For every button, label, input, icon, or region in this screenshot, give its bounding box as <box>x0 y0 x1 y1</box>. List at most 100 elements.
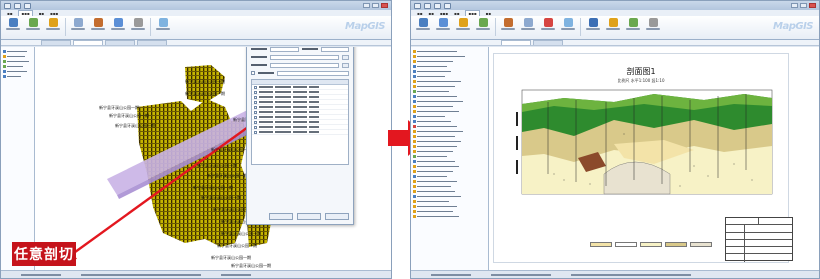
menu-tab[interactable]: ▪▪ <box>39 11 44 16</box>
workspace: 剖面图1 比例尺 水平1:100 竖1:10 <box>411 47 819 270</box>
dialog-dropdown[interactable] <box>342 62 349 68</box>
ribbon-button[interactable] <box>90 18 106 30</box>
stage: ▪▪ ▪▪▪ ▪▪ ▪▪▪ MapGIS 新宁县牙溪山公园一期 新宁县牙溪山公园… <box>0 0 820 279</box>
ribbon-button[interactable] <box>585 18 601 30</box>
dialog-apply-button[interactable] <box>297 213 321 220</box>
dialog-row <box>247 61 353 69</box>
document-tab-active[interactable] <box>501 40 531 45</box>
menu-tab[interactable]: ▪▪▪ <box>50 11 58 16</box>
borehole-label: 新宁县牙溪山公园一期 <box>185 91 225 96</box>
document-tab[interactable] <box>137 40 167 45</box>
legend-swatch <box>665 242 687 247</box>
menu-tab[interactable]: ▪▪ <box>486 11 491 16</box>
ribbon-button[interactable] <box>110 18 126 30</box>
status-bar <box>411 270 819 278</box>
dialog-row <box>247 69 353 77</box>
title-bar <box>1 1 391 10</box>
legend-swatch <box>640 242 662 247</box>
ribbon-button[interactable] <box>560 18 576 30</box>
ribbon-button[interactable] <box>70 18 86 30</box>
ribbon-button[interactable] <box>500 18 516 30</box>
dialog-field[interactable] <box>277 70 349 76</box>
ribbon-toolbar: MapGIS <box>1 16 391 40</box>
dialog-row <box>247 53 353 61</box>
document-tab[interactable] <box>533 40 563 45</box>
borehole-label: 新宁县牙溪山公园一期 <box>109 113 149 118</box>
ribbon-button[interactable] <box>520 18 536 30</box>
dialog-cancel-button[interactable] <box>325 213 349 220</box>
ribbon-button[interactable] <box>415 18 431 30</box>
scale-bar <box>516 136 518 150</box>
app-icon[interactable] <box>414 2 421 9</box>
borehole-label: 新宁县牙溪山公园一期 <box>211 147 251 152</box>
ribbon-button[interactable] <box>475 18 491 30</box>
ribbon-button[interactable] <box>155 18 171 30</box>
ribbon-button[interactable] <box>455 18 471 30</box>
ribbon-button[interactable] <box>45 18 61 30</box>
window-controls <box>791 3 816 8</box>
close-icon[interactable] <box>381 3 388 8</box>
tree-item[interactable] <box>413 214 486 219</box>
dialog-field[interactable] <box>270 54 339 60</box>
menu-tab[interactable]: ▪▪ <box>428 11 433 16</box>
dialog-checkbox[interactable] <box>251 71 255 75</box>
grid-row[interactable] <box>252 130 348 135</box>
ribbon-button[interactable] <box>5 18 21 30</box>
dialog-ok-button[interactable] <box>269 213 293 220</box>
section-window: ▪▪ ▪▪ ▪▪▪ ▪▪ ▪▪▪ ▪▪ MapGIS 剖面图1 比例尺 水平1:… <box>410 0 820 279</box>
document-tab[interactable] <box>105 40 135 45</box>
close-icon[interactable] <box>809 3 816 8</box>
menu-tab[interactable]: ▪▪▪ <box>440 11 448 16</box>
status-bar <box>1 270 391 278</box>
dialog-button[interactable] <box>342 54 349 60</box>
ribbon-button[interactable] <box>130 18 146 30</box>
document-tab-active[interactable] <box>73 40 103 45</box>
document-tab[interactable] <box>41 40 71 45</box>
section-legend <box>590 242 712 247</box>
minimize-icon[interactable] <box>363 3 370 8</box>
menu-tab[interactable]: ▪▪ <box>454 11 459 16</box>
borehole-grid[interactable] <box>251 79 349 165</box>
ribbon-button[interactable] <box>605 18 621 30</box>
cut-caption: 任意剖切 <box>12 242 76 266</box>
redo-icon[interactable] <box>444 2 451 9</box>
dialog-field[interactable] <box>270 47 299 52</box>
ribbon-button[interactable] <box>435 18 451 30</box>
section-layout-view[interactable]: 剖面图1 比例尺 水平1:100 竖1:10 <box>489 47 819 270</box>
borehole-label: 新宁县牙溪山公园一期 <box>217 243 257 248</box>
ribbon-separator <box>150 18 151 36</box>
maximize-icon[interactable] <box>372 3 379 8</box>
ribbon-button[interactable] <box>645 18 661 30</box>
legend-swatch <box>590 242 612 247</box>
ribbon-separator <box>495 18 496 36</box>
save-icon[interactable] <box>14 2 21 9</box>
scale-bar <box>516 112 518 126</box>
borehole-label: 新宁县牙溪山公园一期 <box>193 185 233 190</box>
save-icon[interactable] <box>424 2 431 9</box>
ribbon-separator <box>580 18 581 36</box>
project-tree <box>411 47 489 270</box>
borehole-label: 新宁县牙溪山公园一期 <box>231 263 271 268</box>
dialog-field[interactable] <box>270 62 339 68</box>
maximize-icon[interactable] <box>800 3 807 8</box>
ribbon-button[interactable] <box>25 18 41 30</box>
scene-3d-view[interactable]: 新宁县牙溪山公园一期 新宁县牙溪山公园一期 新宁县牙溪山公园一期 新宁县牙溪山公… <box>35 47 391 270</box>
title-bar <box>411 1 819 10</box>
mapgis-logo: MapGIS <box>773 21 814 32</box>
borehole-label: 新宁县牙溪山公园一期 <box>201 195 241 200</box>
menu-tab[interactable]: ▪▪ <box>417 11 422 16</box>
undo-icon[interactable] <box>24 2 31 9</box>
ribbon-button[interactable] <box>540 18 556 30</box>
borehole-label: 新宁县牙溪山公园一期 <box>185 79 225 84</box>
layer-tree <box>1 47 35 270</box>
undo-icon[interactable] <box>434 2 441 9</box>
app-icon[interactable] <box>4 2 11 9</box>
minimize-icon[interactable] <box>791 3 798 8</box>
mapgis-logo: MapGIS <box>345 21 386 32</box>
borehole-label: 新宁县牙溪山公园一期 <box>221 231 261 236</box>
menu-tab[interactable]: ▪▪ <box>7 11 12 16</box>
tree-item[interactable] <box>3 74 32 79</box>
ribbon-button[interactable] <box>625 18 641 30</box>
borehole-label: 新宁县牙溪山公园一期 <box>207 173 247 178</box>
dialog-field[interactable] <box>320 47 349 52</box>
